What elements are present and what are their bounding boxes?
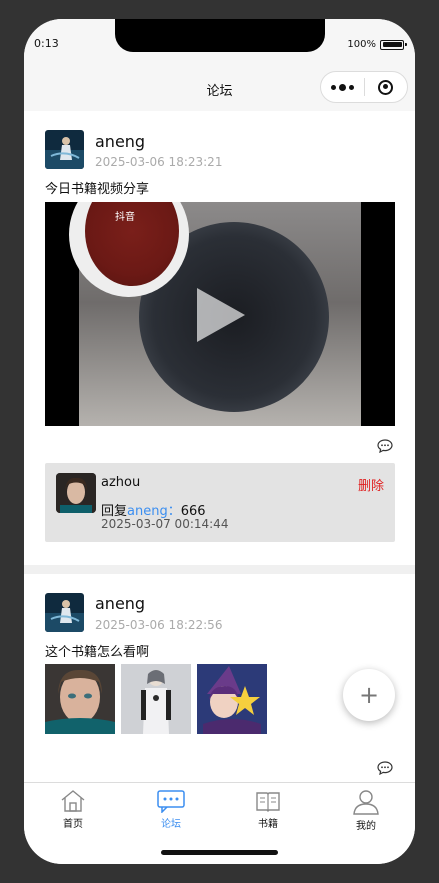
post-image[interactable] (121, 664, 191, 734)
video-watermark: 抖音 (115, 212, 135, 223)
image-gallery (45, 664, 267, 734)
tab-label: 论坛 (161, 819, 181, 830)
author-name: aneng (95, 594, 146, 613)
tab-label: 书籍 (258, 819, 278, 830)
author-name: aneng (95, 132, 146, 151)
tab-label: 我的 (356, 821, 376, 832)
post-divider (24, 565, 415, 574)
nav-bar: 论坛 (24, 63, 415, 111)
video-player[interactable]: 抖音 (45, 202, 395, 426)
reply-time: 2025-03-07 00:14:44 (101, 517, 229, 531)
post-image[interactable] (45, 664, 115, 734)
status-time: 0:13 (34, 37, 59, 50)
post-text: 今日书籍视频分享 (45, 182, 150, 197)
post-image[interactable] (197, 664, 267, 734)
play-icon[interactable] (197, 288, 245, 342)
post-time: 2025-03-06 18:22:56 (95, 618, 223, 632)
delete-button[interactable]: 删除 (358, 475, 384, 494)
tab-label: 首页 (63, 819, 83, 830)
reply-author: azhou (101, 475, 141, 490)
comment-icon[interactable] (377, 761, 393, 775)
author-avatar[interactable] (45, 593, 84, 632)
home-indicator[interactable] (161, 850, 278, 855)
book-icon (256, 792, 280, 812)
tab-home[interactable]: 首页 (43, 789, 103, 830)
comment-icon[interactable] (377, 439, 393, 453)
mini-program-capsule (320, 71, 408, 103)
tab-mine[interactable]: 我的 (336, 789, 396, 832)
battery-percent: 100% (347, 39, 376, 50)
status-right: 100% (347, 39, 407, 50)
post-text: 这个书籍怎么看啊 (45, 645, 150, 660)
post-time: 2025-03-06 18:23:21 (95, 155, 223, 169)
close-program-icon[interactable] (365, 72, 408, 102)
more-menu-icon[interactable] (321, 72, 364, 102)
tab-forum[interactable]: 论坛 (141, 789, 201, 830)
device-notch (115, 19, 325, 52)
phone-screen: 0:13 100% 论坛 aneng 2025-03-06 18:23:21 今… (24, 19, 415, 864)
user-icon (353, 790, 379, 815)
forum-icon (157, 790, 185, 813)
post-card[interactable]: aneng 2025-03-06 18:23:21 今日书籍视频分享 抖音 az… (24, 111, 415, 565)
tab-books[interactable]: 书籍 (238, 789, 298, 830)
reply-avatar[interactable] (56, 473, 96, 513)
add-post-button[interactable]: + (343, 669, 395, 721)
reply-item: azhou 删除 回复aneng：666 2025-03-07 00:14:44 (45, 463, 395, 542)
author-avatar[interactable] (45, 130, 84, 169)
battery-icon (380, 39, 407, 50)
home-icon (61, 790, 85, 812)
